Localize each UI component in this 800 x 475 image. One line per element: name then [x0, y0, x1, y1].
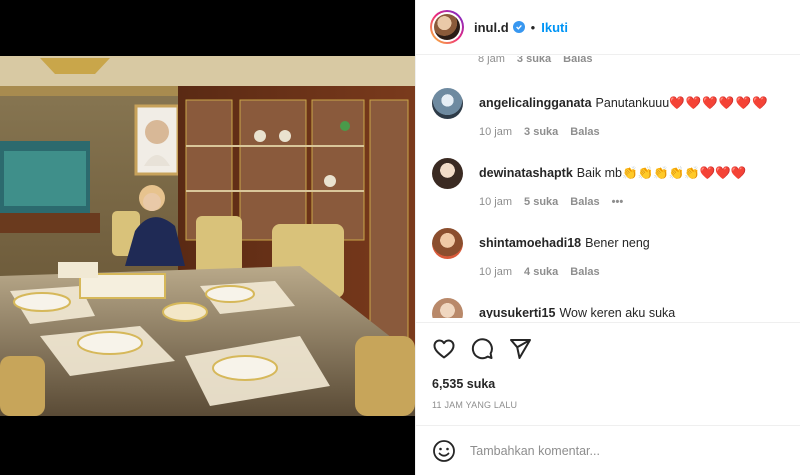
comment-body: Wow keren aku suka [559, 306, 676, 318]
dining-room-photo [0, 56, 415, 416]
post-media [0, 0, 415, 475]
add-comment-bar [416, 425, 800, 475]
avatar[interactable] [430, 10, 464, 44]
heart-emoji-icon: ❤️❤️❤️❤️❤️❤️ [669, 96, 769, 110]
reply-button[interactable]: Balas [570, 126, 599, 138]
comment-body: Bener neng [585, 236, 650, 250]
comment-likes[interactable]: 3 suka [524, 126, 558, 138]
like-count[interactable]: 6,535 suka [432, 377, 495, 391]
comment-username[interactable]: angelicalingganata [479, 96, 592, 110]
reply-button[interactable]: Balas [563, 56, 592, 65]
comment-meta: 8 jam 3 suka Balas [478, 56, 605, 65]
reply-button[interactable]: Balas [570, 266, 599, 278]
heart-icon[interactable] [432, 337, 456, 361]
avatar[interactable] [432, 158, 463, 189]
comment-icon[interactable] [470, 337, 494, 361]
comment-username[interactable]: ayusukerti15 [479, 306, 555, 318]
comment-time: 10 jam [479, 196, 513, 208]
emoji-icon[interactable] [432, 439, 456, 463]
clap-emoji-icon: 👏👏👏👏👏❤️❤️❤️ [621, 166, 747, 180]
comment-time: 8 jam [478, 56, 505, 65]
post-photo[interactable] [0, 56, 415, 416]
comment-username[interactable]: dewinatashaptk [479, 166, 573, 180]
comment-meta: 10 jam 3 suka Balas [479, 126, 612, 138]
comments-list[interactable]: 8 jam 3 suka Balas angelicalingganata Pan… [416, 56, 800, 318]
share-icon[interactable] [508, 337, 532, 361]
avatar[interactable] [432, 88, 463, 119]
follow-button[interactable]: Ikuti [541, 20, 568, 35]
username[interactable]: inul.d [474, 20, 509, 35]
more-options-icon[interactable]: ••• [612, 196, 624, 208]
comment-meta: 10 jam 4 suka Balas [479, 266, 612, 278]
avatar[interactable] [432, 298, 463, 318]
post-sidebar: inul.d • Ikuti 8 jam 3 suka Balas angeli… [415, 0, 800, 475]
comment-body: Baik mb [576, 166, 622, 180]
verified-badge-icon [512, 21, 525, 33]
action-icons [432, 337, 532, 361]
comment-text: angelicalingganata Panutankuuu❤️❤️❤️❤️❤️❤… [479, 96, 769, 111]
comment-time: 10 jam [479, 126, 513, 138]
comment-likes[interactable]: 3 suka [517, 56, 551, 65]
comment-likes[interactable]: 4 suka [524, 266, 558, 278]
separator: • [530, 19, 536, 35]
comment-text: dewinatashaptk Baik mb👏👏👏👏👏❤️❤️❤️ [479, 166, 746, 181]
comment-body: Panutankuuu [595, 96, 670, 110]
comment-likes[interactable]: 5 suka [524, 196, 558, 208]
comment-meta: 10 jam 5 suka Balas ••• [479, 196, 635, 208]
comment-username[interactable]: shintamoehadi18 [479, 236, 581, 250]
comment-text: ayusukerti15 Wow keren aku suka [479, 306, 675, 318]
post-header: inul.d • Ikuti [416, 0, 800, 55]
avatar[interactable] [432, 228, 463, 259]
reply-button[interactable]: Balas [570, 196, 599, 208]
comment-text: shintamoehadi18 Bener neng [479, 236, 650, 250]
comment-input[interactable] [470, 443, 770, 458]
comment-time: 10 jam [479, 266, 513, 278]
post-timestamp: 11 JAM YANG LALU [432, 400, 518, 410]
